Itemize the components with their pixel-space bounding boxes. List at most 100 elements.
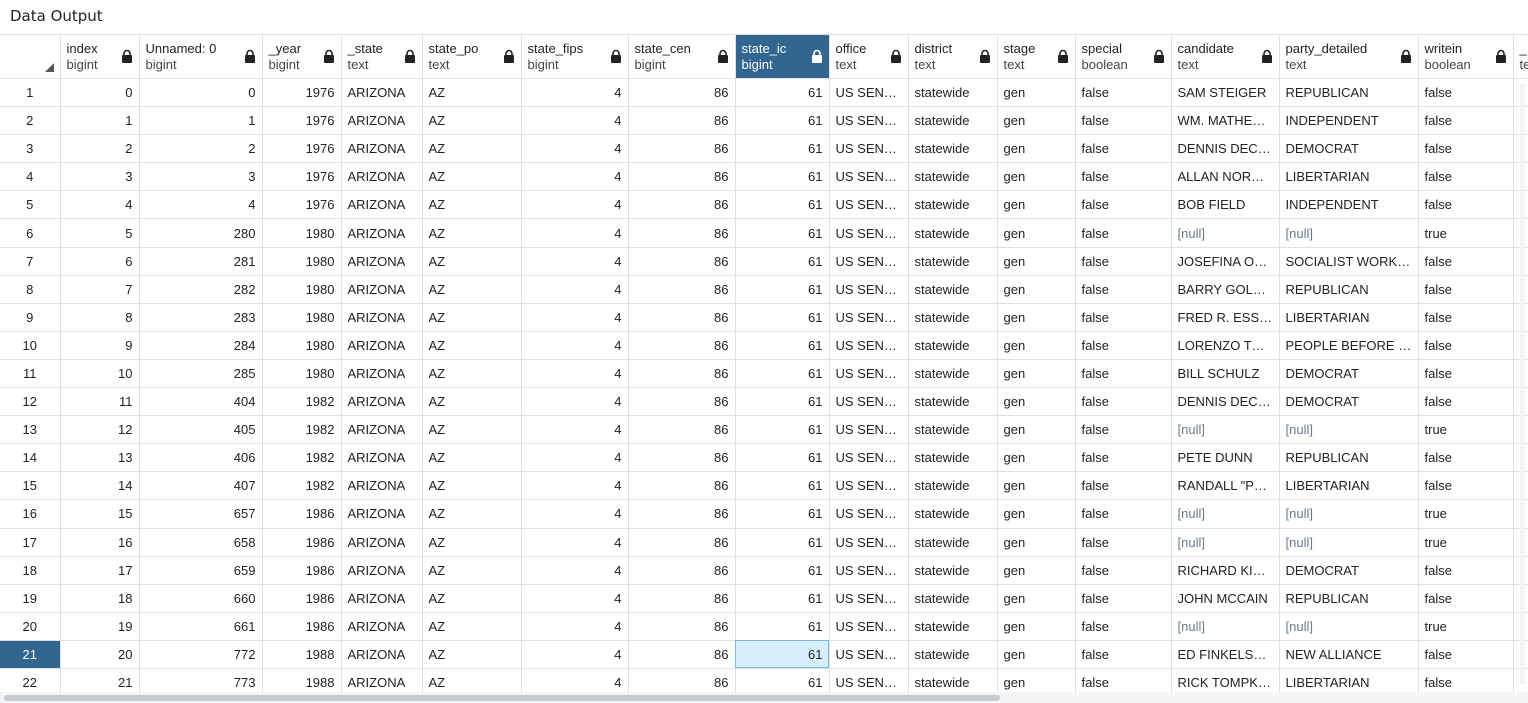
grid-cell[interactable]: false [1418, 331, 1514, 360]
grid-cell[interactable]: ALLAN NORWITZ [1171, 162, 1280, 192]
table-row[interactable]: 9 8 283 1980 ARIZONA AZ 4 86 61 US SENATE statewid… [0, 303, 1528, 332]
grid-cell[interactable]: 1982 [262, 471, 342, 501]
grid-cell[interactable]: ARIZONA [341, 499, 423, 529]
grid-cell[interactable]: ARIZONA [341, 528, 423, 557]
grid-cell[interactable]: false [1075, 528, 1172, 557]
grid-cell[interactable]: 86 [628, 640, 736, 669]
grid-cell[interactable]: AZ [422, 247, 522, 276]
grid-cell[interactable]: ARIZONA [341, 556, 423, 585]
grid-cell[interactable]: 1980 [262, 247, 342, 276]
grid-cell[interactable]: statewide [908, 162, 998, 192]
grid-cell[interactable]: 61 [735, 528, 830, 557]
column-header-writein[interactable]: writein boolean [1418, 34, 1514, 79]
grid-cell[interactable]: false [1075, 584, 1172, 613]
row-number[interactable]: 6 [0, 218, 61, 248]
grid-cell[interactable]: US SENATE [829, 471, 909, 501]
grid-cell[interactable]: false [1418, 443, 1514, 473]
row-number[interactable]: 16 [0, 499, 61, 529]
grid-cell[interactable]: REPUBLICAN [1279, 443, 1419, 473]
grid-cell[interactable]: 1976 [262, 134, 342, 164]
row-number[interactable]: 18 [0, 556, 61, 585]
column-header-candidate[interactable]: candidate text [1171, 34, 1280, 79]
grid-cell[interactable]: gen [997, 612, 1076, 641]
grid-cell[interactable]: 61 [735, 359, 830, 389]
grid-cell[interactable]: [null] [1171, 612, 1280, 641]
grid-cell[interactable]: AZ [422, 218, 522, 248]
grid-cell[interactable]: gen [997, 640, 1076, 669]
grid-cell[interactable]: 19 [60, 612, 140, 641]
column-header-unnamed-0[interactable]: Unnamed: 0 bigint [139, 34, 263, 79]
grid-cell[interactable]: 61 [735, 190, 830, 220]
grid-cell[interactable]: false [1075, 162, 1172, 192]
grid-cell[interactable]: gen [997, 415, 1076, 445]
grid-cell[interactable]: AZ [422, 387, 522, 417]
grid-cell[interactable]: 4 [521, 499, 629, 529]
table-row[interactable]: 14 13 406 1982 ARIZONA AZ 4 86 61 US SENATE statew… [0, 443, 1528, 473]
grid-cell[interactable]: US SENATE [829, 640, 909, 669]
grid-cell[interactable]: ARIZONA [341, 668, 423, 692]
grid-cell[interactable]: 4 [521, 162, 629, 192]
grid-cell[interactable]: 61 [735, 443, 830, 473]
grid-cell[interactable]: [null] [1279, 415, 1419, 445]
grid-cell[interactable]: 4 [521, 247, 629, 276]
grid-cell[interactable]: NEW ALLIANCE [1279, 640, 1419, 669]
grid-cell[interactable]: 1988 [262, 668, 342, 692]
grid-cell[interactable]: false [1418, 106, 1514, 136]
grid-cell[interactable]: 61 [735, 668, 830, 692]
grid-cell[interactable]: false [1418, 162, 1514, 192]
grid-cell[interactable]: ARIZONA [341, 218, 423, 248]
grid-cell[interactable]: 61 [735, 162, 830, 192]
grid-cell[interactable]: 61 [735, 640, 830, 669]
grid-cell[interactable]: 1980 [262, 303, 342, 332]
grid-cell[interactable]: false [1075, 218, 1172, 248]
grid-cell[interactable]: 86 [628, 78, 736, 108]
grid-cell[interactable]: RANDALL "PETE" DAY [1171, 471, 1280, 501]
grid-cell[interactable]: 4 [521, 106, 629, 136]
grid-cell[interactable]: DEMOCRAT [1279, 387, 1419, 417]
grid-cell[interactable]: US SENATE [829, 556, 909, 585]
grid-cell[interactable]: ARIZONA [341, 331, 423, 360]
column-header-stage[interactable]: stage text [997, 34, 1076, 79]
column-header-state[interactable]: _state text [341, 34, 423, 79]
table-row[interactable]: 17 16 658 1986 ARIZONA AZ 4 86 61 US SENATE statew… [0, 528, 1528, 557]
grid-cell[interactable]: US SENATE [829, 303, 909, 332]
grid-cell[interactable]: INDEPENDENT [1279, 106, 1419, 136]
grid-cell[interactable]: statewide [908, 190, 998, 220]
grid-cell[interactable]: ARIZONA [341, 190, 423, 220]
grid-cell[interactable]: 406 [139, 443, 263, 473]
select-all-corner[interactable] [0, 34, 61, 79]
grid-cell[interactable]: AZ [422, 584, 522, 613]
grid-cell[interactable]: US SENATE [829, 584, 909, 613]
grid-cell[interactable]: 281 [139, 247, 263, 276]
grid-cell[interactable]: 86 [628, 247, 736, 276]
grid-cell[interactable]: statewide [908, 584, 998, 613]
grid-cell[interactable]: gen [997, 584, 1076, 613]
grid-cell[interactable]: 61 [735, 134, 830, 164]
grid-cell[interactable]: statewide [908, 499, 998, 529]
grid-cell[interactable]: US SENATE [829, 218, 909, 248]
row-number[interactable]: 10 [0, 331, 61, 360]
grid-cell[interactable]: 773 [139, 668, 263, 692]
grid-cell[interactable]: 86 [628, 443, 736, 473]
grid-cell[interactable]: 8 [60, 303, 140, 332]
grid-cell[interactable]: 61 [735, 499, 830, 529]
grid-cell[interactable]: 16 [60, 528, 140, 557]
row-number[interactable]: 7 [0, 247, 61, 276]
grid-cell[interactable]: US SENATE [829, 162, 909, 192]
grid-cell[interactable]: 86 [628, 190, 736, 220]
grid-cell[interactable]: 9 [60, 331, 140, 360]
grid-cell[interactable]: false [1075, 190, 1172, 220]
grid-cell[interactable]: gen [997, 668, 1076, 692]
grid-cell[interactable]: 1986 [262, 528, 342, 557]
grid-cell[interactable]: [null] [1171, 528, 1280, 557]
grid-cell[interactable]: 7 [60, 275, 140, 304]
row-number[interactable]: 19 [0, 584, 61, 613]
grid-cell[interactable]: US SENATE [829, 134, 909, 164]
grid-cell[interactable]: 86 [628, 528, 736, 557]
grid-cell[interactable]: 4 [521, 275, 629, 304]
grid-cell[interactable]: AZ [422, 162, 522, 192]
grid-cell[interactable]: false [1075, 415, 1172, 445]
grid-cell[interactable]: 11 [60, 387, 140, 417]
column-header-year[interactable]: _year bigint [262, 34, 342, 79]
grid-cell[interactable]: 658 [139, 528, 263, 557]
